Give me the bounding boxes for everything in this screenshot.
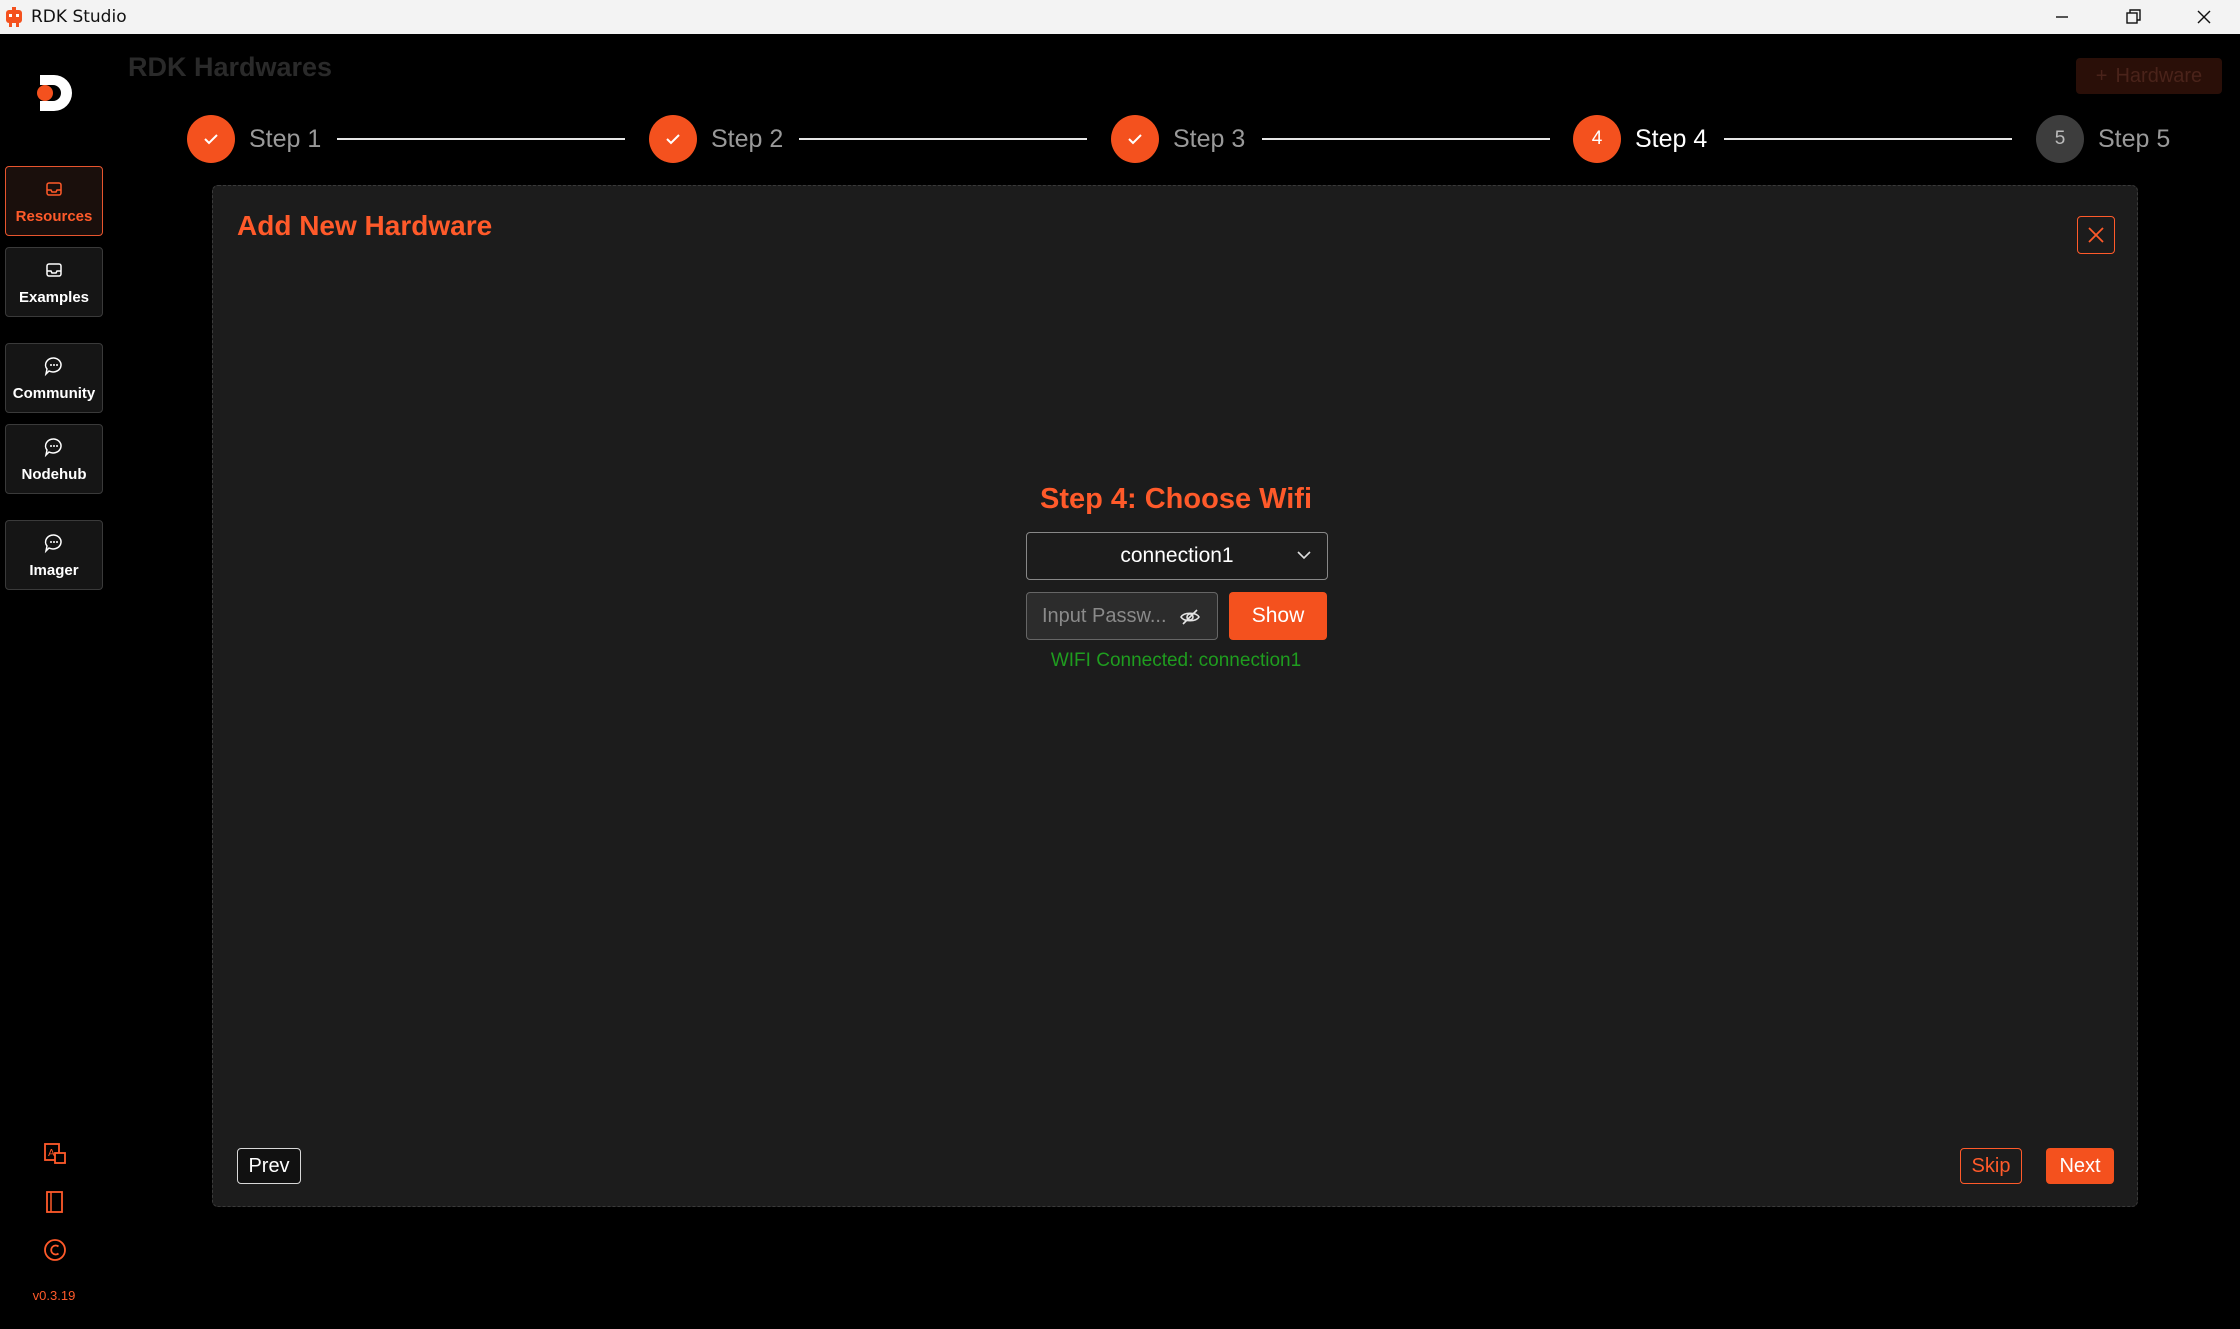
- sidebar-item-examples[interactable]: Examples: [5, 247, 103, 317]
- chat-icon: [44, 533, 62, 553]
- step-connector: [337, 138, 625, 140]
- add-hardware-modal: Add New Hardware Step 4: Choose Wifi con…: [212, 185, 2138, 1207]
- plus-icon: +: [2095, 64, 2108, 87]
- sidebar-item-label: Nodehub: [21, 465, 87, 483]
- modal-title: Add New Hardware: [237, 210, 493, 241]
- check-icon: [1111, 115, 1159, 163]
- chat-icon: [44, 356, 62, 376]
- app-robot-icon: [6, 7, 22, 27]
- book-icon[interactable]: [42, 1189, 68, 1215]
- window-titlebar: RDK Studio: [0, 0, 2240, 34]
- rdk-logo-icon: [37, 75, 72, 111]
- wifi-select[interactable]: connection1: [1026, 532, 1328, 580]
- step-connector: [799, 138, 1087, 140]
- prev-button[interactable]: Prev: [237, 1148, 301, 1184]
- restore-icon: [2126, 9, 2141, 24]
- svg-text:A: A: [48, 1148, 55, 1159]
- step-1: Step 1: [187, 114, 321, 164]
- close-icon: [2197, 10, 2211, 24]
- page-title: RDK Hardwares: [128, 52, 333, 82]
- step-4: 4 Step 4: [1573, 114, 1707, 164]
- close-window-button[interactable]: [2168, 0, 2240, 34]
- sidebar-item-label: Examples: [18, 288, 90, 306]
- window-title: RDK Studio: [31, 7, 127, 27]
- minimize-icon: [2056, 16, 2068, 18]
- chevron-down-icon: [1297, 551, 1311, 560]
- sidebar-item-community[interactable]: Community: [5, 343, 103, 413]
- password-placeholder: Input Passw...: [1042, 604, 1167, 627]
- password-input[interactable]: Input Passw...: [1026, 592, 1218, 640]
- sidebar-item-imager[interactable]: Imager: [5, 520, 103, 590]
- step-number: 4: [1573, 115, 1621, 163]
- step-2: Step 2: [649, 114, 783, 164]
- show-password-button[interactable]: Show: [1229, 592, 1327, 640]
- sidebar-item-label: Imager: [29, 561, 79, 579]
- step-5: 5 Step 5: [2036, 114, 2170, 164]
- inbox-icon: [46, 181, 62, 196]
- step-label: Step 1: [249, 124, 322, 153]
- step-connector: [1724, 138, 2012, 140]
- inbox-icon: [46, 262, 62, 277]
- wifi-status: WIFI Connected: connection1: [1050, 650, 1302, 671]
- step-label: Step 5: [2098, 124, 2171, 153]
- sidebar: Resources Examples Community Nodehub Ima…: [0, 34, 108, 1329]
- close-icon: [2088, 227, 2104, 243]
- step-label: Step 4: [1635, 124, 1708, 153]
- sidebar-item-resources[interactable]: Resources: [5, 166, 103, 236]
- wifi-selected-value: connection1: [1120, 544, 1234, 567]
- chat-icon: [44, 437, 62, 457]
- app-root: Resources Examples Community Nodehub Ima…: [0, 34, 2240, 1329]
- step-heading: Step 4: Choose Wifi: [1039, 483, 1313, 515]
- eye-slash-icon[interactable]: [1179, 606, 1201, 628]
- skip-button[interactable]: Skip: [1960, 1148, 2022, 1184]
- close-modal-button[interactable]: [2077, 216, 2115, 254]
- copyright-icon[interactable]: [42, 1237, 68, 1263]
- next-button[interactable]: Next: [2046, 1148, 2114, 1184]
- step-label: Step 3: [1173, 124, 1246, 153]
- app-version: v0.3.19: [32, 1288, 76, 1303]
- step-label: Step 2: [711, 124, 784, 153]
- sidebar-item-label: Community: [12, 384, 96, 402]
- sidebar-item-nodehub[interactable]: Nodehub: [5, 424, 103, 494]
- sidebar-item-label: Resources: [15, 207, 93, 225]
- add-hardware-button[interactable]: + Hardware: [2076, 58, 2222, 94]
- translate-icon[interactable]: A: [42, 1141, 68, 1167]
- minimize-button[interactable]: [2026, 0, 2098, 34]
- check-icon: [187, 115, 235, 163]
- check-icon: [649, 115, 697, 163]
- step-connector: [1262, 138, 1550, 140]
- step-3: Step 3: [1111, 114, 1245, 164]
- step-number: 5: [2036, 115, 2084, 163]
- add-hardware-label: Hardware: [2115, 64, 2203, 87]
- restore-button[interactable]: [2097, 0, 2169, 34]
